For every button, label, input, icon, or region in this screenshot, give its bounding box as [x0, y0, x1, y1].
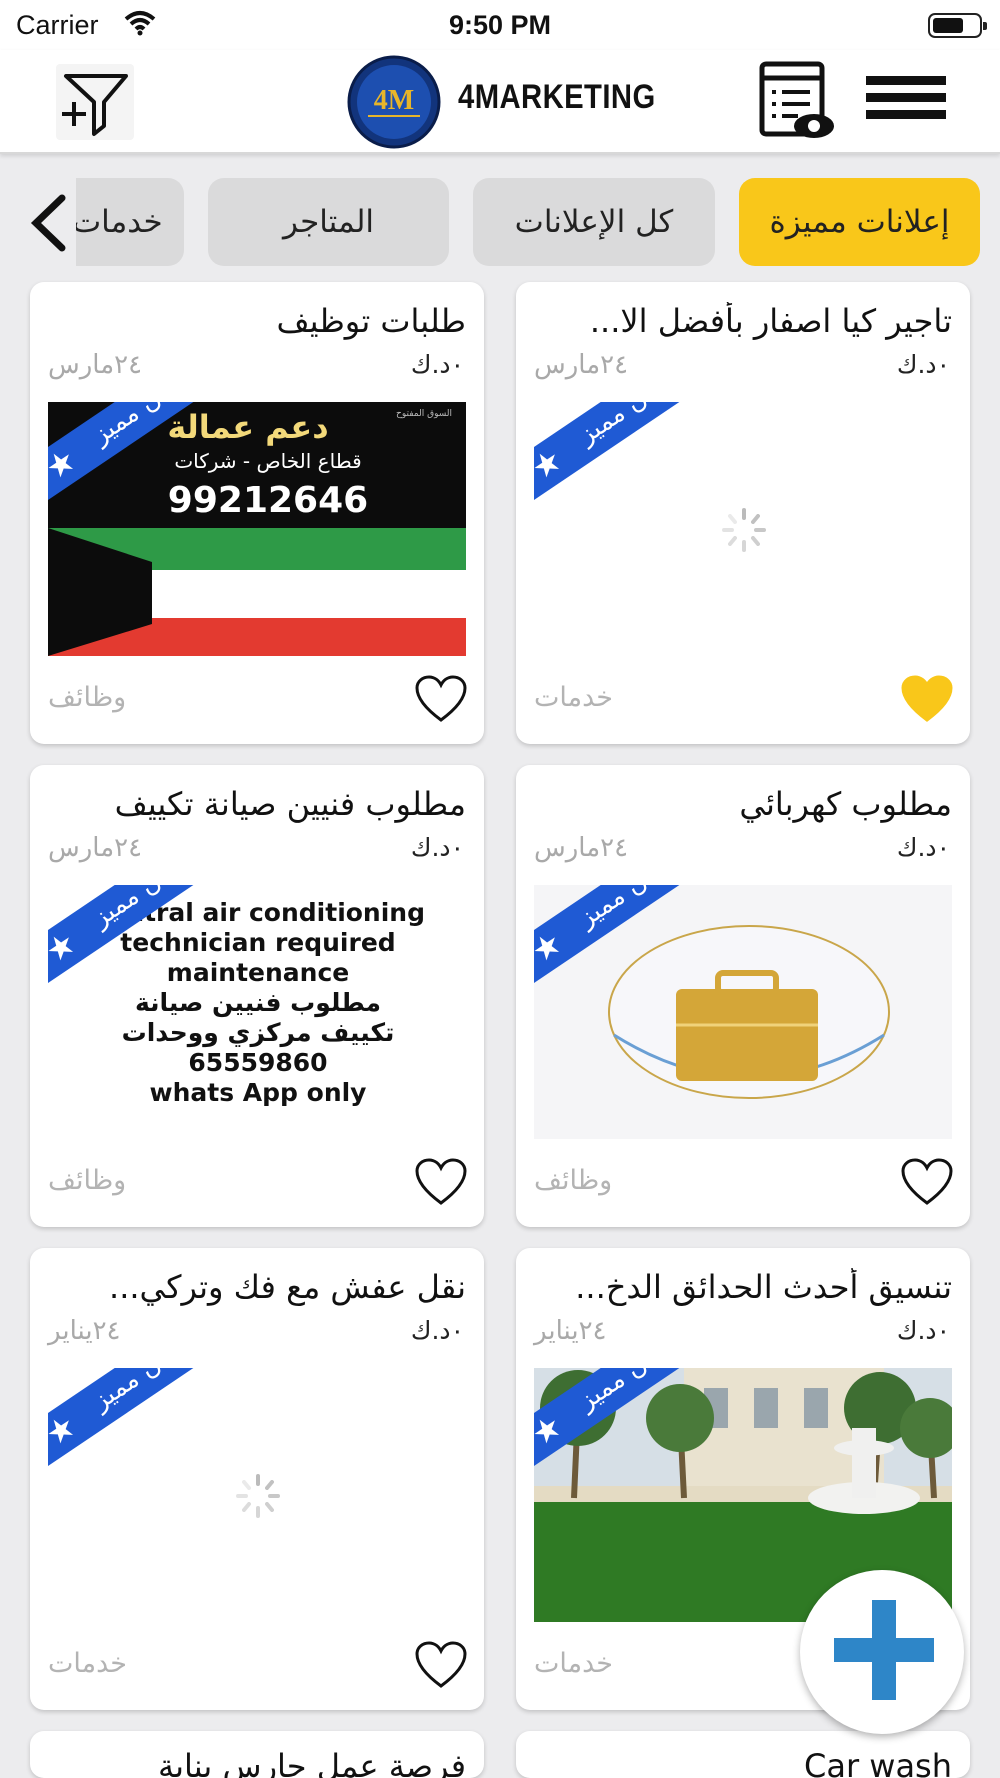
listing-title: فرصة عمل حارس بناية — [157, 1747, 466, 1778]
listing-category: خدمات — [48, 1648, 127, 1679]
add-listing-button[interactable] — [800, 1570, 964, 1734]
svg-text:whats App only: whats App only — [150, 1078, 367, 1107]
listing-price: ٠د.ك — [896, 833, 950, 862]
listing-title: تنسيق أحدث الحدائق الدخ... — [575, 1268, 952, 1306]
menu-bar — [866, 76, 946, 85]
filter-plus-icon — [62, 74, 128, 136]
category-tabs: خدمات المتاجر كل الإعلانات إعلانات مميزة — [0, 178, 1000, 266]
listing-card[interactable]: طلبات توظيف ٠د.ك ٢٤مارس دعم عمالة قطاع ا… — [30, 282, 484, 744]
listing-image: دعم عمالة قطاع الخاص - شركات 99212646 ال… — [48, 402, 466, 656]
listing-title: نقل عفش مع فك وتركي... — [109, 1268, 466, 1306]
favorite-heart-icon[interactable] — [414, 1640, 468, 1690]
listing-date: ٢٤يناير — [48, 1316, 121, 1346]
listing-card[interactable]: مطلوب فنيين صيانة تكييف ٠د.ك ٢٤مارس Cent… — [30, 765, 484, 1227]
svg-text:تكييف مركزي ووحدات: تكييف مركزي ووحدات — [122, 1018, 395, 1048]
listing-category: وظائف — [48, 682, 127, 713]
svg-text:99212646: 99212646 — [168, 480, 368, 521]
svg-text:قطاع الخاص - شركات: قطاع الخاص - شركات — [174, 449, 361, 473]
listing-card[interactable]: Car wash — [516, 1731, 970, 1778]
listing-date: ٢٤مارس — [48, 833, 143, 863]
star-icon: ★ — [534, 440, 569, 488]
svg-text:السوق المفتوح: السوق المفتوح — [396, 409, 452, 419]
star-icon: ★ — [48, 1406, 83, 1454]
favorite-heart-icon[interactable] — [900, 674, 954, 724]
listing-card[interactable]: مطلوب كهربائي ٠د.ك ٢٤مارس ★ إعلان مميز وظ… — [516, 765, 970, 1227]
svg-text:maintenance: maintenance — [167, 958, 349, 987]
listing-image: ★ إعلان مميز — [534, 885, 952, 1139]
listing-category: وظائف — [48, 1165, 127, 1196]
loading-spinner-icon — [236, 1474, 280, 1518]
listing-category: خدمات — [534, 1648, 613, 1679]
listing-price: ٠د.ك — [896, 1316, 950, 1345]
tab-featured-ads[interactable]: إعلانات مميزة — [739, 178, 980, 266]
listing-title: مطلوب فنيين صيانة تكييف — [114, 785, 466, 823]
document-eye-icon — [759, 61, 834, 138]
tab-stores[interactable]: المتاجر — [208, 178, 449, 266]
brand-name: 4MARKETING — [458, 78, 656, 116]
tab-all-ads[interactable]: كل الإعلانات — [473, 178, 715, 266]
listing-date: ٢٤مارس — [534, 833, 629, 863]
tab-services[interactable]: خدمات — [76, 178, 184, 266]
listing-price: ٠د.ك — [410, 833, 464, 862]
favorite-heart-icon[interactable] — [414, 1157, 468, 1207]
svg-text:technician required: technician required — [120, 928, 395, 957]
app-logo: 4M — [347, 55, 441, 149]
chevron-left-icon[interactable] — [26, 192, 70, 254]
viewed-ads-button[interactable] — [758, 60, 836, 144]
listing-image: ★ إعلان مميز — [48, 1368, 466, 1622]
status-bar: Carrier 9:50 PM — [0, 0, 1000, 50]
svg-text:65559860: 65559860 — [188, 1048, 327, 1077]
listing-date: ٢٤مارس — [48, 350, 143, 380]
listing-title: Car wash — [803, 1747, 952, 1778]
listing-price: ٠د.ك — [410, 350, 464, 379]
clock: 9:50 PM — [448, 10, 552, 40]
listing-card[interactable]: نقل عفش مع فك وتركي... ٠د.ك ٢٤يناير ★ إعل… — [30, 1248, 484, 1710]
listing-card[interactable]: فرصة عمل حارس بناية — [30, 1731, 484, 1778]
listing-category: وظائف — [534, 1165, 613, 1196]
listing-card[interactable]: تاجير كيا اصفار بأفضل الا... ٠د.ك ٢٤مارس… — [516, 282, 970, 744]
listing-title: طلبات توظيف — [276, 302, 466, 340]
listing-date: ٢٤يناير — [534, 1316, 607, 1346]
favorite-heart-icon[interactable] — [414, 674, 468, 724]
featured-ribbon: ★ إعلان مميز — [534, 402, 778, 515]
menu-bar — [866, 110, 946, 119]
listing-category: خدمات — [534, 682, 613, 713]
favorite-heart-icon[interactable] — [900, 1157, 954, 1207]
menu-bar — [866, 93, 946, 102]
listing-title: تاجير كيا اصفار بأفضل الا... — [589, 302, 952, 340]
listing-price: ٠د.ك — [410, 1316, 464, 1345]
hamburger-menu-button[interactable] — [866, 76, 946, 126]
svg-text:4M: 4M — [374, 85, 414, 116]
listing-title: مطلوب كهربائي — [739, 785, 952, 823]
svg-text:مطلوب فنيين صيانة: مطلوب فنيين صيانة — [135, 988, 381, 1018]
listing-date: ٢٤مارس — [534, 350, 629, 380]
listing-image: Central air conditioning technician requ… — [48, 885, 466, 1139]
svg-text:دعم عمالة: دعم عمالة — [167, 408, 328, 446]
featured-ribbon: ★ إعلان مميز — [48, 1368, 292, 1481]
battery-icon — [928, 13, 987, 38]
listing-price: ٠د.ك — [896, 350, 950, 379]
loading-spinner-icon — [722, 508, 766, 552]
listing-image: ★ إعلان مميز — [534, 402, 952, 656]
add-filter-button[interactable] — [56, 64, 134, 140]
app-header: 4M 4MARKETING — [0, 50, 1000, 154]
